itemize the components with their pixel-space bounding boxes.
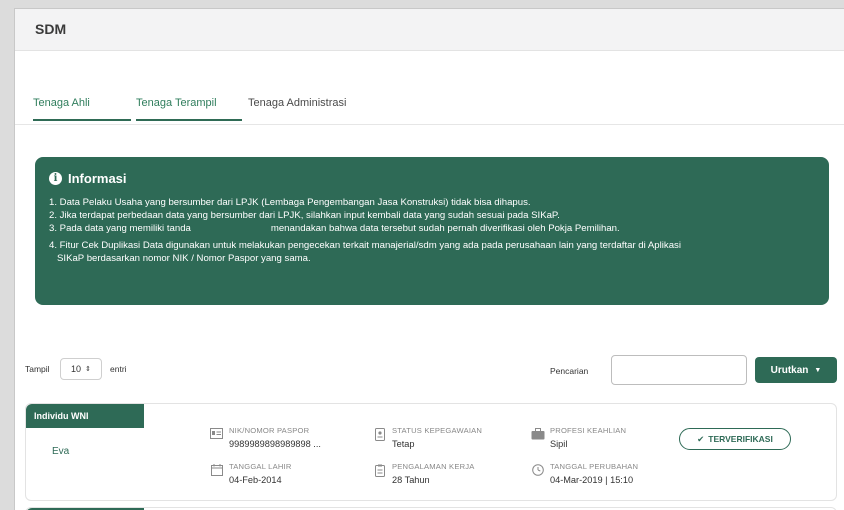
info-item: 2. Jika terdapat perbedaan data yang ber… [49, 210, 560, 221]
record-name[interactable]: Eva [52, 446, 69, 457]
main-content: i Informasi 1. Data Pelaku Usaha yang be… [15, 125, 844, 510]
caret-down-icon: ▼ [814, 366, 822, 374]
calendar-icon [210, 464, 223, 477]
app-frame: SDM Tenaga Ahli Tenaga Terampil Tenaga A… [14, 8, 844, 510]
clock-icon [531, 464, 544, 477]
pengalaman-label: PENGALAMAN KERJA [392, 462, 475, 471]
info-list: 1. Data Pelaku Usaha yang bersumber dari… [49, 196, 815, 265]
nik-value: 9989989898989898 ... [229, 439, 321, 449]
nik-field: NIK/NOMOR PASPOR 9989989898989898 ... [210, 426, 321, 449]
search-input[interactable] [611, 355, 747, 385]
info-item: 1. Data Pelaku Usaha yang bersumber dari… [49, 197, 531, 208]
entries-select[interactable]: 10 ⇕ [60, 358, 102, 380]
tanggal-lahir-field: TANGGAL LAHIR 04-Feb-2014 [210, 462, 292, 485]
sort-button[interactable]: Urutkan ▼ [755, 357, 837, 383]
briefcase-icon [531, 428, 545, 441]
status-value: Tetap [392, 439, 415, 449]
tanggal-lahir-label: TANGGAL LAHIR [229, 462, 292, 471]
info-title: Informasi [68, 171, 127, 186]
search-label: Pencarian [550, 366, 589, 376]
profesi-value: Sipil [550, 439, 568, 449]
id-card-icon [210, 428, 223, 441]
profesi-label: PROFESI KEAHLIAN [550, 426, 627, 435]
tab-underline-2 [136, 119, 242, 121]
sort-button-label: Urutkan [770, 364, 809, 376]
page-title: SDM [35, 21, 67, 37]
info-header: i Informasi [49, 171, 815, 186]
info-item-part: menandakan bahwa data tersebut sudah per… [270, 223, 620, 234]
nik-label: NIK/NOMOR PASPOR [229, 426, 310, 435]
info-item-part: 3. Pada data yang memiliki tanda [49, 223, 191, 234]
table-toolbar: Tampil 10 ⇕ entri Pencarian Urutkan ▼ [15, 355, 844, 385]
check-icon: ✔ [697, 433, 705, 444]
record-type-badge: Individu WNI [26, 404, 144, 428]
tab-tenaga-administrasi[interactable]: Tenaga Administrasi [248, 97, 346, 119]
tab-underline-1 [33, 119, 131, 121]
pengalaman-value: 28 Tahun [392, 475, 430, 485]
page-header: SDM [15, 9, 844, 51]
profesi-field: PROFESI KEAHLIAN Sipil [531, 426, 626, 449]
perubahan-value: 04-Mar-2019 | 15:10 [550, 475, 634, 485]
record-card: Individu WNI Eva NIK/NOMOR PASPOR 998998… [25, 403, 837, 501]
tabs-card: Tenaga Ahli Tenaga Terampil Tenaga Admin… [15, 51, 844, 125]
pengalaman-field: PENGALAMAN KERJA 28 Tahun [373, 462, 475, 485]
sort-arrows-icon: ⇕ [85, 366, 91, 373]
info-circle-icon: i [49, 172, 62, 185]
tanggal-lahir-value: 04-Feb-2014 [229, 475, 282, 485]
status-label: STATUS KEPEGAWAIAN [392, 426, 483, 435]
show-label: Tampil [25, 364, 50, 374]
status-field: STATUS KEPEGAWAIAN Tetap [373, 426, 482, 449]
perubahan-label: TANGGAL PERUBAHAN [550, 462, 639, 471]
entries-value: 10 [71, 364, 82, 374]
verified-label: TERVERIFIKASI [708, 434, 773, 444]
info-item: SIKaP berdasarkan nomor NIK / Nomor Pasp… [57, 253, 311, 264]
info-item: 3. Pada data yang memiliki tanda menandak… [49, 222, 815, 235]
badge-icon [373, 428, 386, 441]
tab-tenaga-terampil[interactable]: Tenaga Terampil [136, 97, 217, 119]
perubahan-field: TANGGAL PERUBAHAN 04-Mar-2019 | 15:10 [531, 462, 638, 485]
tab-tenaga-ahli[interactable]: Tenaga Ahli [33, 97, 90, 119]
verified-button[interactable]: ✔ TERVERIFIKASI [679, 428, 791, 450]
clipboard-icon [373, 464, 386, 477]
info-panel: i Informasi 1. Data Pelaku Usaha yang be… [35, 157, 829, 305]
entries-label: entri [110, 364, 127, 374]
info-item: 4. Fitur Cek Duplikasi Data digunakan un… [49, 240, 681, 251]
